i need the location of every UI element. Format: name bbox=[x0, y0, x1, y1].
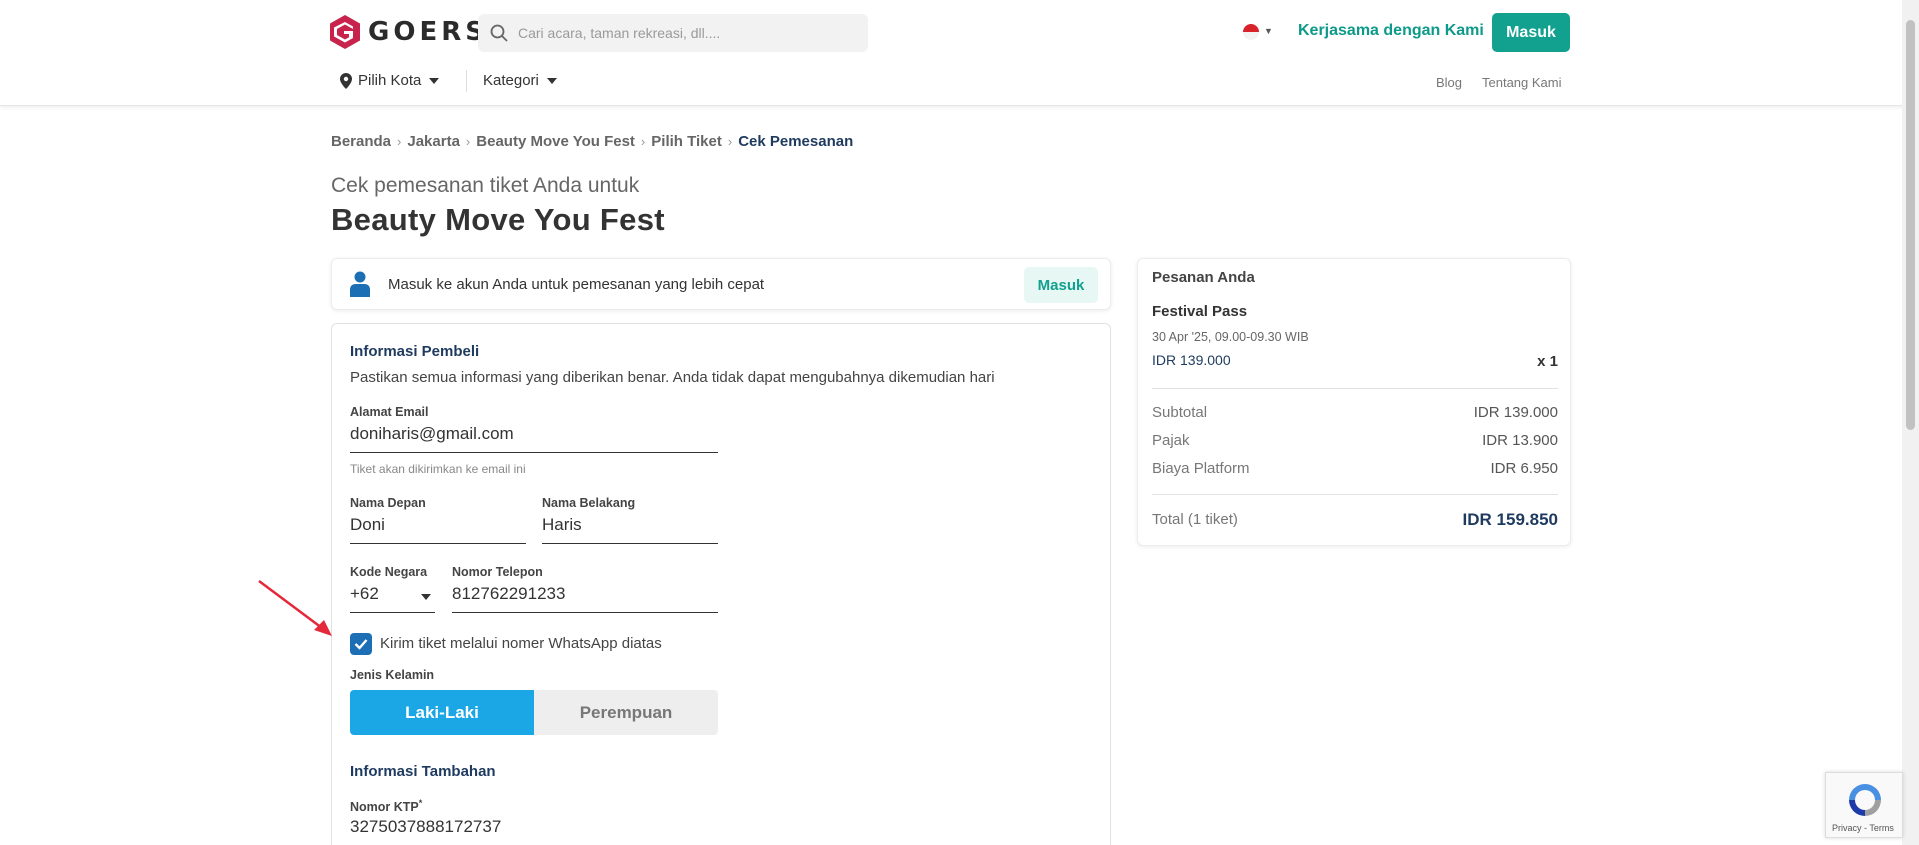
user-icon bbox=[350, 271, 370, 297]
last-name-label: Nama Belakang bbox=[542, 496, 636, 510]
breadcrumb-item[interactable]: Beranda bbox=[331, 133, 391, 150]
tax-label: Pajak bbox=[1152, 432, 1190, 449]
divider bbox=[466, 70, 467, 92]
email-label: Alamat Email bbox=[350, 405, 429, 419]
chevron-right-icon: › bbox=[727, 134, 733, 149]
page-title: Beauty Move You Fest bbox=[331, 202, 665, 237]
ticket-name: Festival Pass bbox=[1152, 303, 1248, 320]
divider bbox=[1152, 494, 1558, 495]
required-mark: * bbox=[418, 798, 423, 808]
category-menu-label: Kategori bbox=[483, 72, 539, 89]
ticket-quantity: x 1 bbox=[1537, 353, 1558, 370]
phone-label: Nomor Telepon bbox=[452, 565, 543, 579]
caret-down-icon bbox=[429, 77, 440, 84]
checkmark-icon bbox=[354, 639, 368, 650]
location-pin-icon bbox=[340, 72, 352, 89]
login-button[interactable]: Masuk bbox=[1492, 13, 1570, 52]
blog-link[interactable]: Blog bbox=[1436, 75, 1462, 90]
ticket-time: 30 Apr '25, 09.00-09.30 WIB bbox=[1152, 330, 1309, 344]
whatsapp-checkbox-label[interactable]: Kirim tiket melalui nomer WhatsApp diata… bbox=[380, 635, 662, 652]
site-header: GOERS ▼ Kerjasama dengan Kami Masuk Pili… bbox=[0, 0, 1919, 106]
scrollbar-thumb[interactable] bbox=[1906, 20, 1915, 430]
recaptcha-icon bbox=[1849, 784, 1881, 816]
ktp-field[interactable]: 3275037888172737 bbox=[350, 816, 718, 845]
search-input[interactable] bbox=[518, 25, 848, 41]
gender-label: Jenis Kelamin bbox=[350, 668, 435, 682]
divider bbox=[1152, 388, 1558, 389]
annotation-arrow-icon bbox=[258, 579, 332, 636]
chevron-right-icon: › bbox=[465, 134, 471, 149]
logo-text: GOERS bbox=[368, 17, 488, 47]
about-link[interactable]: Tentang Kami bbox=[1482, 75, 1562, 90]
order-summary-title: Pesanan Anda bbox=[1152, 269, 1255, 286]
caret-down-icon bbox=[546, 77, 557, 84]
tax-value: IDR 13.900 bbox=[1482, 432, 1558, 449]
order-summary-card: Pesanan Anda Festival Pass 30 Apr '25, 0… bbox=[1137, 258, 1571, 546]
first-name-label: Nama Depan bbox=[350, 496, 426, 510]
email-hint: Tiket akan dikirimkan ke email ini bbox=[350, 462, 526, 476]
chevron-right-icon: › bbox=[397, 134, 402, 149]
whatsapp-checkbox[interactable] bbox=[350, 633, 372, 655]
language-flag-icon[interactable] bbox=[1243, 24, 1259, 40]
search-box[interactable] bbox=[478, 14, 868, 52]
extra-info-title: Informasi Tambahan bbox=[350, 763, 496, 780]
buyer-form-card: Informasi Pembeli Pastikan semua informa… bbox=[331, 323, 1111, 845]
login-prompt-card: Masuk ke akun Anda untuk pemesanan yang … bbox=[331, 258, 1111, 310]
breadcrumb-item[interactable]: Beauty Move You Fest bbox=[476, 133, 635, 150]
partner-link[interactable]: Kerjasama dengan Kami bbox=[1298, 22, 1484, 40]
platform-fee-label: Biaya Platform bbox=[1152, 460, 1250, 477]
platform-fee-value: IDR 6.950 bbox=[1490, 460, 1558, 477]
search-icon bbox=[490, 24, 508, 42]
phone-field[interactable]: 812762291233 bbox=[452, 583, 718, 613]
total-value: IDR 159.850 bbox=[1462, 510, 1558, 529]
country-code-label: Kode Negara bbox=[350, 565, 428, 579]
recaptcha-badge[interactable]: Privacy - Terms bbox=[1825, 772, 1903, 838]
page-pre-title: Cek pemesanan tiket Anda untuk bbox=[331, 174, 640, 197]
breadcrumb: Beranda › Jakarta › Beauty Move You Fest… bbox=[331, 133, 853, 150]
goers-logo-icon bbox=[330, 15, 360, 49]
subtotal-value: IDR 139.000 bbox=[1473, 404, 1558, 421]
login-prompt-message: Masuk ke akun Anda untuk pemesanan yang … bbox=[388, 276, 765, 293]
breadcrumb-item[interactable]: Jakarta bbox=[407, 133, 460, 150]
total-label: Total (1 tiket) bbox=[1152, 511, 1238, 528]
buyer-info-description: Pastikan semua informasi yang diberikan … bbox=[350, 369, 995, 386]
ktp-label: Nomor KTP* bbox=[350, 798, 422, 814]
page-scrollbar[interactable] bbox=[1902, 0, 1919, 845]
chevron-down-icon[interactable]: ▼ bbox=[1264, 26, 1273, 36]
ticket-price: IDR 139.000 bbox=[1152, 352, 1231, 368]
recaptcha-text[interactable]: Privacy - Terms bbox=[1832, 823, 1894, 833]
buyer-info-title: Informasi Pembeli bbox=[350, 343, 480, 360]
gender-option-male[interactable]: Laki-Laki bbox=[350, 690, 534, 735]
breadcrumb-current: Cek Pemesanan bbox=[738, 133, 854, 150]
category-menu[interactable]: Kategori bbox=[483, 72, 557, 89]
city-selector[interactable]: Pilih Kota bbox=[340, 72, 440, 89]
ktp-label-text: Nomor KTP bbox=[350, 800, 419, 815]
email-field[interactable]: doniharis@gmail.com bbox=[350, 423, 718, 453]
goers-logo[interactable]: GOERS bbox=[330, 14, 488, 50]
breadcrumb-item[interactable]: Pilih Tiket bbox=[651, 133, 722, 150]
login-prompt-button[interactable]: Masuk bbox=[1024, 267, 1098, 303]
subtotal-label: Subtotal bbox=[1152, 404, 1208, 421]
caret-down-icon bbox=[421, 594, 431, 600]
city-selector-label: Pilih Kota bbox=[358, 72, 422, 89]
chevron-right-icon: › bbox=[640, 134, 646, 149]
last-name-field[interactable]: Haris bbox=[542, 514, 718, 544]
first-name-field[interactable]: Doni bbox=[350, 514, 526, 544]
gender-option-female[interactable]: Perempuan bbox=[534, 690, 718, 735]
